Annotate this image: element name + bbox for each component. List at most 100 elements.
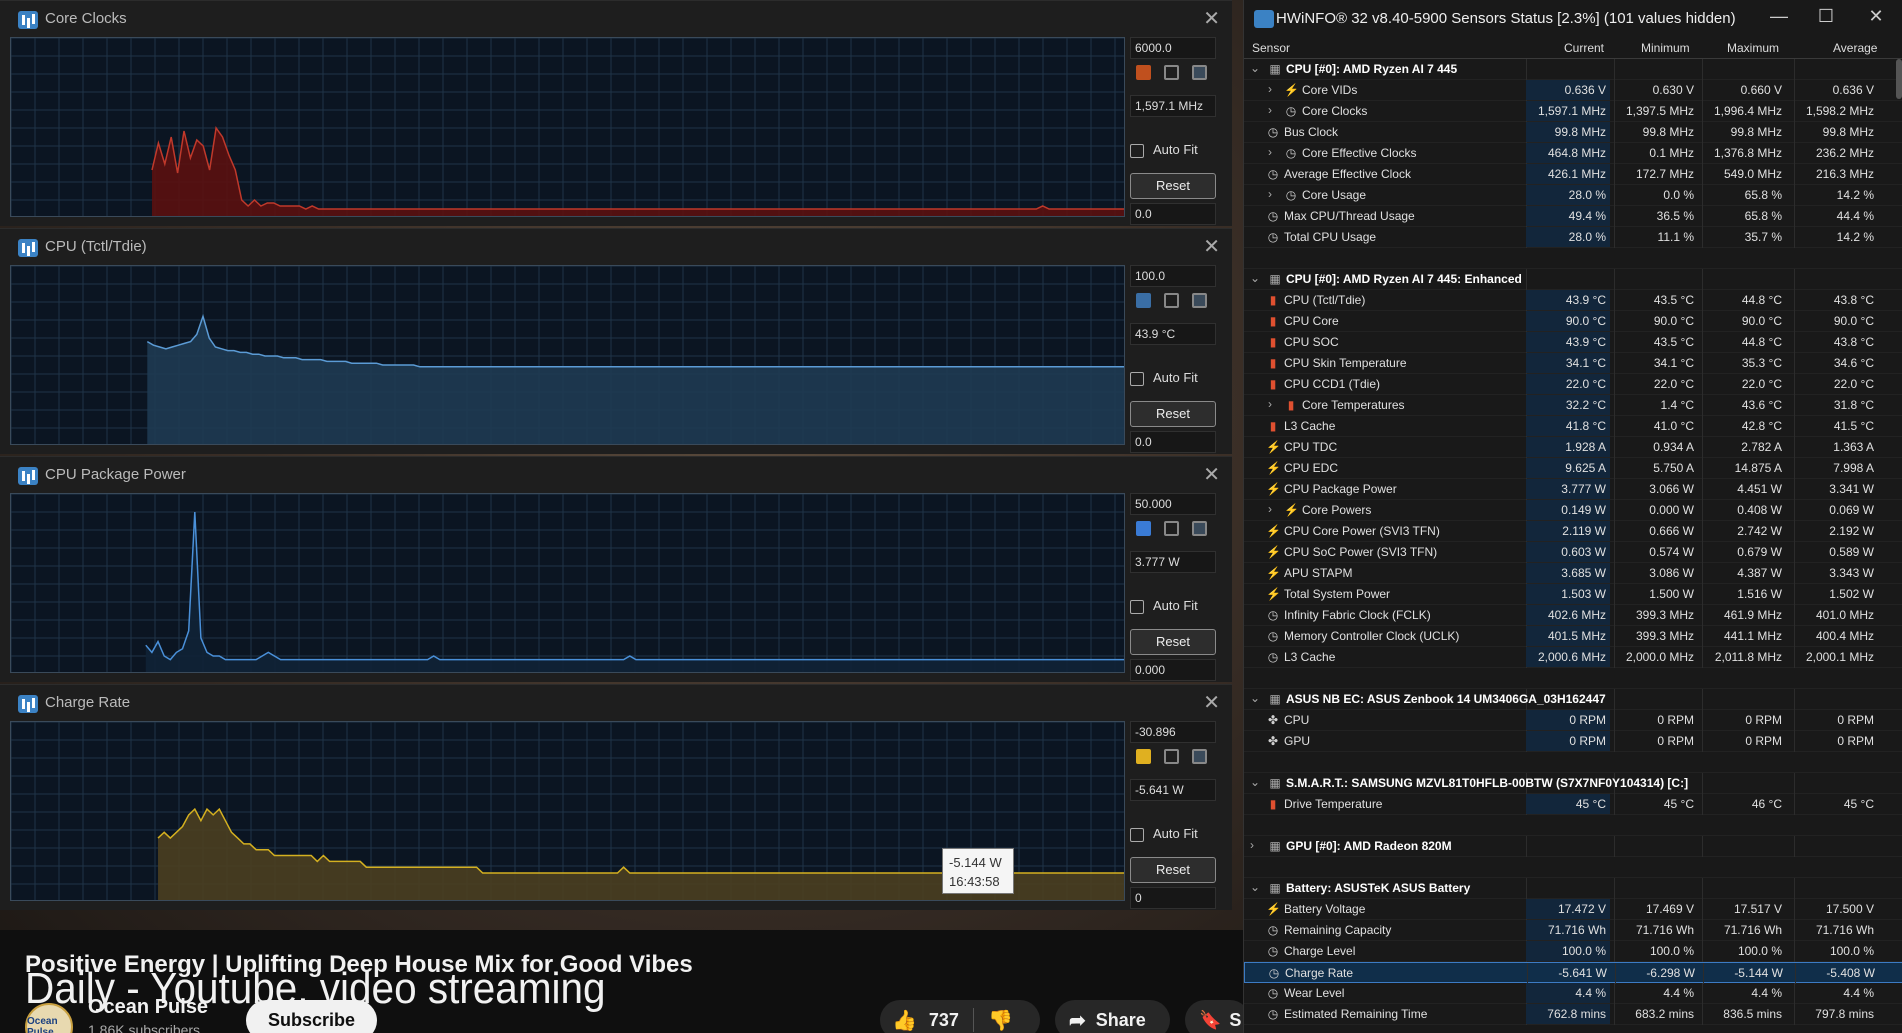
- maximize-button[interactable]: ☐: [1806, 6, 1846, 27]
- graph-title-bar[interactable]: CPU Package Power ✕: [0, 457, 1232, 493]
- expand-icon[interactable]: ›: [1268, 187, 1272, 201]
- color-swatch[interactable]: [1164, 521, 1179, 536]
- color-swatch[interactable]: [1136, 521, 1151, 536]
- graph-title-bar[interactable]: CPU (Tctl/Tdie) ✕: [0, 229, 1232, 265]
- minimize-button[interactable]: —: [1759, 6, 1799, 27]
- sensor-row[interactable]: ▮ CPU Skin Temperature 34.1 °C 34.1 °C 35.3 …: [1244, 353, 1902, 374]
- sensor-row[interactable]: ◷ Total CPU Usage 28.0 % 11.1 % 35.7 % 14.2 %: [1244, 227, 1902, 248]
- sensor-row[interactable]: › ◷ Core Effective Clocks 464.8 MHz 0.1 MHz 1…: [1244, 143, 1902, 164]
- color-swatch[interactable]: [1136, 293, 1151, 308]
- thumbs-up-icon[interactable]: 👍: [892, 1008, 917, 1033]
- color-swatch[interactable]: [1164, 749, 1179, 764]
- sensor-row[interactable]: ▮ CPU (Tctl/Tdie) 43.9 °C 43.5 °C 44.8 °C 43.…: [1244, 290, 1902, 311]
- sensor-row[interactable]: ◷ Average Effective Clock 426.1 MHz 172.7 M…: [1244, 164, 1902, 185]
- reset-button[interactable]: Reset: [1130, 857, 1216, 883]
- thumbs-down-icon[interactable]: 👎: [988, 1008, 1013, 1033]
- close-icon[interactable]: ✕: [1203, 462, 1220, 487]
- sensor-group-header[interactable]: ⌄ ▦ CPU [#0]: AMD Ryzen AI 7 445: Enhanced: [1244, 269, 1902, 290]
- collapse-icon[interactable]: ⌄: [1250, 61, 1260, 75]
- title-bar[interactable]: HWiNFO® 32 v8.40-5900 Sensors Status [2.…: [1244, 0, 1902, 38]
- sensor-row[interactable]: ⚡ CPU TDC 1.928 A 0.934 A 2.782 A 1.363 A: [1244, 437, 1902, 458]
- sensor-row[interactable]: ◷ L3 Cache 2,000.6 MHz 2,000.0 MHz 2,011.8 M…: [1244, 647, 1902, 668]
- sensor-group-header[interactable]: ⌄ ▦ S.M.A.R.T.: SAMSUNG MZVL81T0HFLB-00BTW…: [1244, 773, 1902, 794]
- reset-button[interactable]: Reset: [1130, 629, 1216, 655]
- collapse-icon[interactable]: ⌄: [1250, 271, 1260, 285]
- sensor-row[interactable]: › ⚡ Core VIDs 0.636 V 0.630 V 0.660 V 0.636 V: [1244, 80, 1902, 101]
- sensor-row[interactable]: ▮ CPU CCD1 (Tdie) 22.0 °C 22.0 °C 22.0 °C 22.…: [1244, 374, 1902, 395]
- collapse-icon[interactable]: ⌄: [1250, 691, 1260, 705]
- sensor-row[interactable]: › ⚡ Core Powers 0.149 W 0.000 W 0.408 W 0.069 …: [1244, 500, 1902, 521]
- color-swatch[interactable]: [1164, 65, 1179, 80]
- sensor-row[interactable]: ◷ Max CPU/Thread Usage 49.4 % 36.5 % 65.8 % 4…: [1244, 206, 1902, 227]
- sensor-row[interactable]: ⚡ CPU Core Power (SVI3 TFN) 2.119 W 0.666 W…: [1244, 521, 1902, 542]
- color-swatch[interactable]: [1192, 65, 1207, 80]
- sensor-row[interactable]: ▮ Drive Temperature 45 °C 45 °C 46 °C 45 °C: [1244, 794, 1902, 815]
- sensor-group-header[interactable]: ⌄ ▦ Battery: ASUSTeK ASUS Battery: [1244, 878, 1902, 899]
- sensor-row[interactable]: ⚡ CPU Package Power 3.777 W 3.066 W 4.451 W 3…: [1244, 479, 1902, 500]
- sensor-row[interactable]: ◷ Remaining Capacity 71.716 Wh 71.716 Wh 71.…: [1244, 920, 1902, 941]
- expand-icon[interactable]: ›: [1268, 397, 1272, 411]
- header-maximum[interactable]: Maximum: [1727, 41, 1779, 55]
- close-icon[interactable]: ✕: [1203, 234, 1220, 259]
- sensor-row[interactable]: ⚡ APU STAPM 3.685 W 3.086 W 4.387 W 3.343 W: [1244, 563, 1902, 584]
- like-dislike-group[interactable]: 👍 737 👎: [880, 1000, 1040, 1033]
- sensor-row[interactable]: › ◷ Core Usage 28.0 % 0.0 % 65.8 % 14.2 %: [1244, 185, 1902, 206]
- save-button[interactable]: 🔖 S: [1185, 1000, 1250, 1033]
- sensor-row[interactable]: ⚡ Total System Power 1.503 W 1.500 W 1.516 W…: [1244, 584, 1902, 605]
- collapse-icon[interactable]: ⌄: [1250, 775, 1260, 789]
- color-swatch[interactable]: [1192, 293, 1207, 308]
- sensor-row[interactable]: ▮ CPU Core 90.0 °C 90.0 °C 90.0 °C 90.0 °C: [1244, 311, 1902, 332]
- close-icon[interactable]: ✕: [1203, 6, 1220, 31]
- sensor-row[interactable]: › ▮ Core Temperatures 32.2 °C 1.4 °C 43.6 °C 3…: [1244, 395, 1902, 416]
- header-current[interactable]: Current: [1564, 41, 1604, 55]
- channel-name[interactable]: Ocean Pulse: [88, 996, 208, 1019]
- auto-fit-checkbox[interactable]: [1130, 372, 1144, 386]
- color-swatch[interactable]: [1136, 749, 1151, 764]
- sensor-group-header[interactable]: › ▦ GPU [#0]: AMD Radeon 820M: [1244, 836, 1902, 857]
- sensor-row[interactable]: ◷ Bus Clock 99.8 MHz 99.8 MHz 99.8 MHz 99.8 M…: [1244, 122, 1902, 143]
- close-icon[interactable]: ✕: [1203, 690, 1220, 715]
- auto-fit-checkbox[interactable]: [1130, 600, 1144, 614]
- color-swatch[interactable]: [1136, 65, 1151, 80]
- color-swatch[interactable]: [1164, 293, 1179, 308]
- color-swatch[interactable]: [1192, 749, 1207, 764]
- graph-title-bar[interactable]: Charge Rate ✕: [0, 685, 1232, 721]
- sensor-row[interactable]: ◷ Memory Controller Clock (UCLK) 401.5 MHz…: [1244, 626, 1902, 647]
- sensor-row[interactable]: ◷ Estimated Remaining Time 762.8 mins 683.2…: [1244, 1004, 1902, 1025]
- sensor-row[interactable]: › ◷ Core Clocks 1,597.1 MHz 1,397.5 MHz 1,996…: [1244, 101, 1902, 122]
- sensor-row[interactable]: ✤ CPU 0 RPM 0 RPM 0 RPM 0 RPM: [1244, 710, 1902, 731]
- sensor-row[interactable]: ◷ Charge Rate -5.641 W -6.298 W -5.144 W -5.4…: [1244, 962, 1902, 984]
- scrollbar-thumb[interactable]: [1896, 59, 1902, 99]
- sensor-row[interactable]: ◷ Wear Level 4.4 % 4.4 % 4.4 % 4.4 %: [1244, 983, 1902, 1004]
- graph-plot[interactable]: [10, 37, 1125, 217]
- sensor-row[interactable]: ▮ L3 Cache 41.8 °C 41.0 °C 42.8 °C 41.5 °C: [1244, 416, 1902, 437]
- reset-button[interactable]: Reset: [1130, 401, 1216, 427]
- header-sensor[interactable]: Sensor: [1252, 41, 1290, 55]
- sensor-group-header[interactable]: ⌄ ▦ ASUS NB EC: ASUS Zenbook 14 UM3406GA_0…: [1244, 689, 1902, 710]
- header-average[interactable]: Average: [1833, 41, 1877, 55]
- expand-icon[interactable]: ›: [1268, 502, 1272, 516]
- graph-title-bar[interactable]: Core Clocks ✕: [0, 1, 1232, 37]
- sensor-row[interactable]: ⚡ CPU SoC Power (SVI3 TFN) 0.603 W 0.574 W 0…: [1244, 542, 1902, 563]
- expand-icon[interactable]: ›: [1250, 838, 1254, 852]
- share-button[interactable]: ➦ Share: [1055, 1000, 1170, 1033]
- color-swatch[interactable]: [1192, 521, 1207, 536]
- auto-fit-checkbox[interactable]: [1130, 144, 1144, 158]
- sensor-row[interactable]: ▮ CPU SOC 43.9 °C 43.5 °C 44.8 °C 43.8 °C: [1244, 332, 1902, 353]
- sensor-row[interactable]: ⚡ Battery Voltage 17.472 V 17.469 V 17.517 V…: [1244, 899, 1902, 920]
- expand-icon[interactable]: ›: [1268, 82, 1272, 96]
- sensor-group-header[interactable]: ⌄ ▦ CPU [#0]: AMD Ryzen AI 7 445: [1244, 59, 1902, 80]
- sensor-row[interactable]: ⚡ CPU EDC 9.625 A 5.750 A 14.875 A 7.998 A: [1244, 458, 1902, 479]
- header-minimum[interactable]: Minimum: [1641, 41, 1690, 55]
- close-button[interactable]: ✕: [1856, 6, 1896, 27]
- auto-fit-checkbox[interactable]: [1130, 828, 1144, 842]
- subscribe-button[interactable]: Subscribe: [246, 1000, 378, 1033]
- reset-button[interactable]: Reset: [1130, 173, 1216, 199]
- expand-icon[interactable]: ›: [1268, 103, 1272, 117]
- sensor-row[interactable]: ✤ GPU 0 RPM 0 RPM 0 RPM 0 RPM: [1244, 731, 1902, 752]
- sensor-row[interactable]: ◷ Infinity Fabric Clock (FCLK) 402.6 MHz 39…: [1244, 605, 1902, 626]
- graph-plot[interactable]: [10, 493, 1125, 673]
- graph-plot[interactable]: [10, 265, 1125, 445]
- sensor-row[interactable]: ◷ Charge Level 100.0 % 100.0 % 100.0 % 100.0 …: [1244, 941, 1902, 962]
- expand-icon[interactable]: ›: [1268, 145, 1272, 159]
